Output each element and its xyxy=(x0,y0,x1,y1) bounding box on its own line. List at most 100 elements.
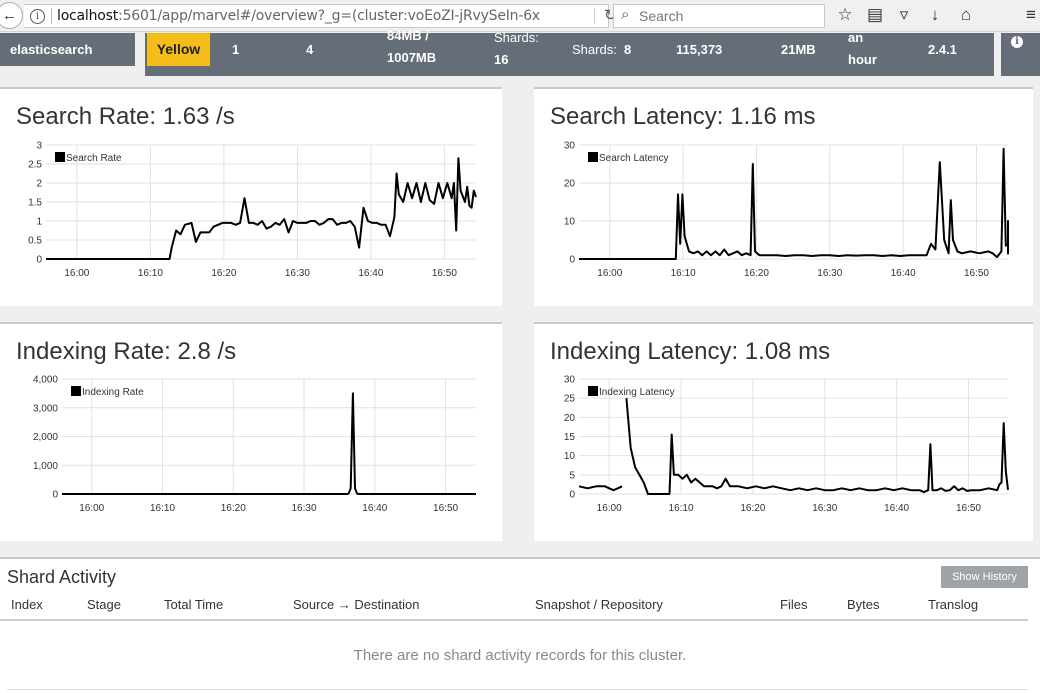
back-button[interactable]: ← xyxy=(0,2,23,29)
x-tick-label: 16:20 xyxy=(740,503,765,514)
x-tick-label: 16:50 xyxy=(956,503,981,514)
version: 2.4.1 xyxy=(928,42,957,57)
star-icon[interactable]: ☆ xyxy=(834,5,856,25)
x-tick-label: 16:10 xyxy=(669,503,694,514)
show-history-button[interactable]: Show History xyxy=(941,566,1028,588)
cluster-info: i xyxy=(1001,33,1040,76)
x-tick-label: 16:10 xyxy=(138,268,163,279)
x-tick-label: 16:40 xyxy=(884,503,909,514)
y-tick-label: 0 xyxy=(36,255,42,266)
y-tick-label: 30 xyxy=(564,375,576,386)
documents-count: 115,373 xyxy=(676,42,723,57)
series-line xyxy=(62,392,476,495)
data-size: 21MB xyxy=(781,42,816,57)
y-tick-label: 3,000 xyxy=(33,403,58,414)
legend-swatch xyxy=(588,386,598,396)
y-tick-label: 0.5 xyxy=(28,236,42,247)
shard-activity-title: Shard Activity xyxy=(7,567,117,587)
y-tick-label: 10 xyxy=(564,217,576,228)
legend-swatch xyxy=(55,152,65,162)
column-snapshot-repository[interactable]: Snapshot / Repository xyxy=(535,597,663,612)
column-bytes[interactable]: Bytes xyxy=(847,597,880,612)
search-latency-panel: Search Latency: 1.16 ms 0 10 20 30 16:00 16:1… xyxy=(534,87,1033,306)
y-tick-label: 25 xyxy=(564,394,576,405)
x-tick-label: 16:10 xyxy=(150,503,175,514)
browser-search-box[interactable]: ⌕ Search xyxy=(613,4,825,28)
url-bar[interactable]: i localhost:5601/app/marvel#/overview?_g… xyxy=(24,4,617,28)
x-tick-label: 16:50 xyxy=(964,268,989,279)
y-tick-label: 0 xyxy=(569,490,575,501)
y-tick-label: 20 xyxy=(564,179,576,190)
x-tick-label: 16:40 xyxy=(358,268,383,279)
column-translog[interactable]: Translog xyxy=(928,597,978,612)
reload-divider xyxy=(594,8,595,24)
y-tick-label: 10 xyxy=(564,451,576,462)
shards-label: Shards: xyxy=(494,30,539,45)
y-tick-label: 0 xyxy=(569,255,575,266)
series-line xyxy=(579,147,1009,260)
home-icon[interactable]: ⌂ xyxy=(955,5,977,25)
x-tick-label: 16:20 xyxy=(221,503,246,514)
x-tick-label: 16:00 xyxy=(64,268,89,279)
column-index[interactable]: Index xyxy=(11,597,43,612)
url-divider xyxy=(51,8,52,24)
url-text[interactable]: localhost:5601/app/marvel#/overview?_g=(… xyxy=(57,8,540,24)
cluster-status-bar: elasticsearch Yellow 1 4 84MB / 1007MB S… xyxy=(0,28,1040,76)
table-bottom-divider xyxy=(7,689,1028,690)
y-tick-label: 2,000 xyxy=(33,432,58,443)
shard-table-header: Index Stage Total Time Source → Destinat… xyxy=(0,595,1028,621)
y-tick-label: 15 xyxy=(564,432,576,443)
legend-label: Search Rate xyxy=(66,153,122,164)
site-info-icon[interactable]: i xyxy=(30,9,45,24)
x-tick-label: 16:30 xyxy=(812,503,837,514)
x-tick-label: 16:30 xyxy=(817,268,842,279)
indexing-rate-panel: Indexing Rate: 2.8 /s 0 1,000 2,000 3,000 4,… xyxy=(0,322,502,541)
x-tick-label: 16:00 xyxy=(597,268,622,279)
search-latency-chart: 0 10 20 30 16:00 16:10 16:20 16:30 16:40 16:50 Sea… xyxy=(564,141,1009,279)
back-arrow-icon: ← xyxy=(2,7,17,24)
y-tick-label: 0 xyxy=(52,490,58,501)
legend-label: Indexing Latency xyxy=(599,387,675,398)
x-tick-label: 16:20 xyxy=(211,268,236,279)
memory-total: 1007MB xyxy=(387,50,437,65)
legend-swatch xyxy=(588,152,598,162)
series-line xyxy=(578,485,623,492)
indices-count: 4 xyxy=(306,42,314,57)
legend-swatch xyxy=(71,386,81,396)
shards-value: 16 xyxy=(494,52,509,67)
indexing-latency-panel: Indexing Latency: 1.08 ms 0 5 10 15 20 25 30 16… xyxy=(534,322,1033,541)
column-files[interactable]: Files xyxy=(780,597,807,612)
status-badge: Yellow xyxy=(147,33,210,66)
y-tick-label: 20 xyxy=(564,413,576,424)
x-tick-label: 16:40 xyxy=(362,503,387,514)
url-path: :5601/app/marvel#/overview?_g=(cluster:v… xyxy=(118,8,541,24)
y-tick-label: 30 xyxy=(564,141,576,152)
series-line xyxy=(46,157,477,260)
uptime-line2: hour xyxy=(848,52,877,67)
y-tick-label: 2.5 xyxy=(28,160,42,171)
indexing-latency-chart: 0 5 10 15 20 25 30 16:00 16:10 16:20 16:30 16:40 16:… xyxy=(564,375,1009,514)
download-icon[interactable]: ↓ xyxy=(924,5,946,25)
column-source-destination[interactable]: Source → Destination xyxy=(293,597,419,612)
series-line xyxy=(625,398,1009,495)
empty-message: There are no shard activity records for … xyxy=(353,647,687,664)
y-tick-label: 3 xyxy=(36,141,42,152)
uptime-line1: an xyxy=(848,30,864,45)
column-stage[interactable]: Stage xyxy=(87,597,121,612)
reading-list-icon[interactable]: ▤ xyxy=(864,5,886,25)
y-tick-label: 5 xyxy=(569,470,575,481)
y-tick-label: 1,000 xyxy=(33,461,58,472)
x-tick-label: 16:10 xyxy=(671,268,696,279)
menu-icon[interactable]: ≡ xyxy=(1020,5,1040,25)
x-tick-label: 16:30 xyxy=(292,503,317,514)
column-total-time[interactable]: Total Time xyxy=(164,597,223,612)
indexing-rate-chart: 0 1,000 2,000 3,000 4,000 16:00 16:10 16:20 16:3… xyxy=(33,375,476,514)
info-icon[interactable]: i xyxy=(1011,36,1023,48)
x-tick-label: 16:50 xyxy=(433,503,458,514)
x-tick-label: 16:40 xyxy=(891,268,916,279)
unassigned-shards-value: 8 xyxy=(624,42,632,57)
pocket-icon[interactable]: ▿ xyxy=(893,5,915,25)
search-placeholder: Search xyxy=(639,8,684,24)
x-tick-label: 16:00 xyxy=(597,503,622,514)
cluster-name[interactable]: elasticsearch xyxy=(0,33,135,66)
